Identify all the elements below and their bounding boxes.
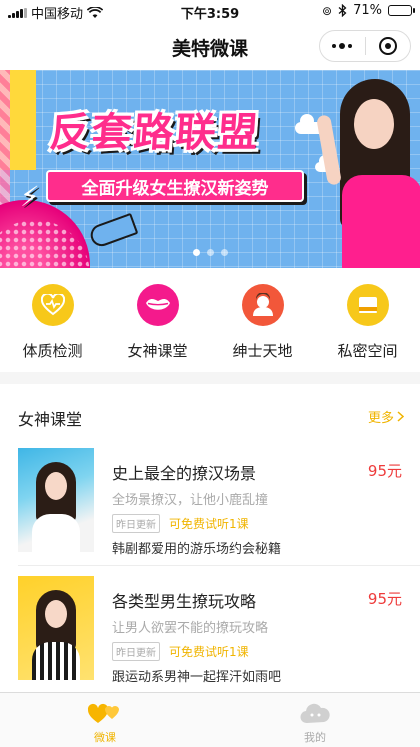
category-grid: 体质检测 女神课堂 绅士天地 私密空间 <box>0 268 420 372</box>
bluetooth-icon <box>338 4 347 17</box>
tab-label: 微课 <box>94 731 116 744</box>
tab-bar: 微课 我的 <box>0 692 420 747</box>
banner-tagline: 全面升级女生撩汉新姿势 <box>46 170 304 202</box>
category-label: 私密空间 <box>337 342 398 360</box>
lips-icon <box>136 284 179 326</box>
carousel-dot[interactable] <box>206 249 214 256</box>
course-latest-lesson: 跟运动系男神一起挥汗如雨吧 <box>112 670 282 685</box>
section-header: 女神课堂 更多 <box>0 394 420 434</box>
close-button[interactable] <box>366 31 411 61</box>
course-title: 各类型男生撩玩攻略 <box>112 592 257 611</box>
nav-bar: 美特微课 <box>0 22 420 70</box>
update-badge: 昨日更新 <box>112 642 160 661</box>
course-price: 95元 <box>367 462 402 480</box>
category-gentleman[interactable]: 绅士天地 <box>210 268 315 372</box>
banner-model-image <box>316 75 420 268</box>
category-label: 体质检测 <box>22 342 83 360</box>
row-divider <box>18 565 420 566</box>
course-item[interactable]: 各类型男生撩玩攻略 95元 让男人欲罢不能的撩玩攻略 昨日更新 可免费试听1课 … <box>0 576 420 694</box>
heart-pulse-icon <box>31 284 74 326</box>
tab-mine[interactable]: 我的 <box>210 693 420 747</box>
more-label: 更多 <box>367 411 394 426</box>
mini-program-capsule <box>319 30 411 62</box>
gentleman-icon <box>241 284 284 326</box>
book-icon <box>346 284 389 326</box>
hearts-icon <box>87 703 119 723</box>
course-thumbnail <box>18 576 94 680</box>
promo-banner[interactable]: ⚡ 反套路联盟 全面升级女生撩汉新姿势 <box>0 70 420 268</box>
section-title: 女神课堂 <box>18 410 83 429</box>
battery-percent: 71% <box>353 3 382 18</box>
course-latest-lesson: 韩剧都爱用的游乐场约会秘籍 <box>112 542 282 557</box>
lightning-icon: ⚡ <box>20 180 40 213</box>
category-label: 女神课堂 <box>127 342 188 360</box>
course-tags: 昨日更新 可免费试听1课 <box>112 514 249 533</box>
free-trial-label: 可免费试听1课 <box>169 517 249 531</box>
tab-microclass[interactable]: 微课 <box>0 693 210 747</box>
status-bar: 中国移动 下午3:59 ⊚ 71% <box>0 0 420 22</box>
section-divider <box>0 372 420 384</box>
target-circle-icon <box>378 37 397 55</box>
category-body-test[interactable]: 体质检测 <box>0 268 105 372</box>
more-link[interactable]: 更多 <box>368 407 404 426</box>
course-item[interactable]: 史上最全的撩汉场景 95元 全场景撩汉，让他小鹿乱撞 昨日更新 可免费试听1课 … <box>0 448 420 566</box>
rotation-lock-icon: ⊚ <box>322 3 333 18</box>
more-button[interactable] <box>320 31 365 61</box>
status-right: ⊚ 71% <box>322 3 415 18</box>
chevron-right-icon <box>397 411 404 422</box>
category-label: 绅士天地 <box>232 342 293 360</box>
carousel-dot[interactable] <box>220 249 228 256</box>
category-goddess-class[interactable]: 女神课堂 <box>105 268 210 372</box>
cloud-face-icon <box>300 703 330 724</box>
carousel-indicators[interactable] <box>0 249 420 256</box>
update-badge: 昨日更新 <box>112 514 160 533</box>
course-thumbnail <box>18 448 94 552</box>
course-tags: 昨日更新 可免费试听1课 <box>112 642 249 661</box>
course-description: 全场景撩汉，让他小鹿乱撞 <box>112 493 269 508</box>
course-description: 让男人欲罢不能的撩玩攻略 <box>112 621 269 636</box>
banner-title: 反套路联盟 <box>48 110 262 156</box>
tab-label: 我的 <box>304 731 326 744</box>
category-private-space[interactable]: 私密空间 <box>315 268 420 372</box>
carousel-dot[interactable] <box>192 249 200 256</box>
more-dots-icon <box>332 43 353 49</box>
course-price: 95元 <box>367 590 402 608</box>
battery-icon <box>388 5 415 16</box>
course-title: 史上最全的撩汉场景 <box>112 464 257 483</box>
free-trial-label: 可免费试听1课 <box>169 645 249 659</box>
